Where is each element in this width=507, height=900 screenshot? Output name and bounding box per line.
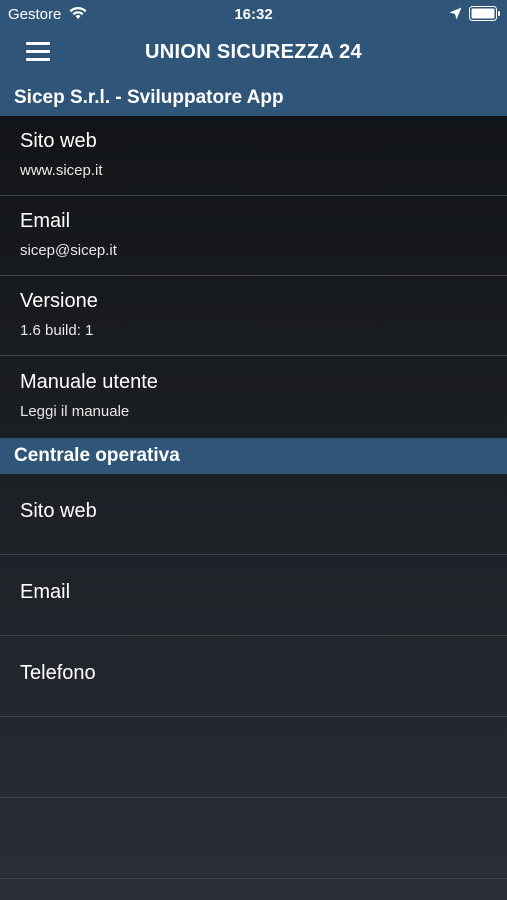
row-subtitle: Leggi il manuale bbox=[20, 403, 130, 420]
row-version: Versione 1.6 build: 1 bbox=[0, 276, 507, 356]
battery-icon bbox=[469, 6, 500, 21]
row-subtitle: sicep@sicep.it bbox=[20, 242, 117, 259]
row-user-manual[interactable]: Manuale utente Leggi il manuale bbox=[0, 357, 507, 438]
status-bar: Gestore 16:32 bbox=[0, 0, 507, 28]
row-title: Email bbox=[20, 210, 71, 232]
status-time: 16:32 bbox=[234, 6, 273, 23]
row-developer-website[interactable]: Sito web www.sicep.it bbox=[0, 116, 507, 196]
app-screen: Gestore 16:32 UNION SICUREZZA 24 Sicep S… bbox=[0, 0, 507, 900]
row-title: Manuale utente bbox=[20, 371, 158, 393]
empty-row bbox=[0, 798, 507, 879]
row-subtitle: www.sicep.it bbox=[20, 162, 103, 179]
row-title: Telefono bbox=[20, 662, 96, 684]
section-header-developer: Sicep S.r.l. - Sviluppatore App bbox=[0, 80, 507, 116]
location-arrow-icon bbox=[449, 7, 462, 20]
row-subtitle: 1.6 build: 1 bbox=[20, 322, 94, 339]
row-title: Sito web bbox=[20, 130, 97, 152]
page-title: UNION SICUREZZA 24 bbox=[145, 41, 362, 63]
row-operations-phone[interactable]: Telefono bbox=[0, 636, 507, 717]
row-operations-website[interactable]: Sito web bbox=[0, 474, 507, 555]
nav-bar: UNION SICUREZZA 24 bbox=[0, 28, 507, 80]
row-title: Versione bbox=[20, 290, 98, 312]
row-title: Email bbox=[20, 581, 71, 603]
row-title: Sito web bbox=[20, 500, 97, 522]
section-header-operations: Centrale operativa bbox=[0, 438, 507, 474]
row-operations-email[interactable]: Email bbox=[0, 555, 507, 636]
empty-row bbox=[0, 717, 507, 798]
row-developer-email[interactable]: Email sicep@sicep.it bbox=[0, 196, 507, 276]
